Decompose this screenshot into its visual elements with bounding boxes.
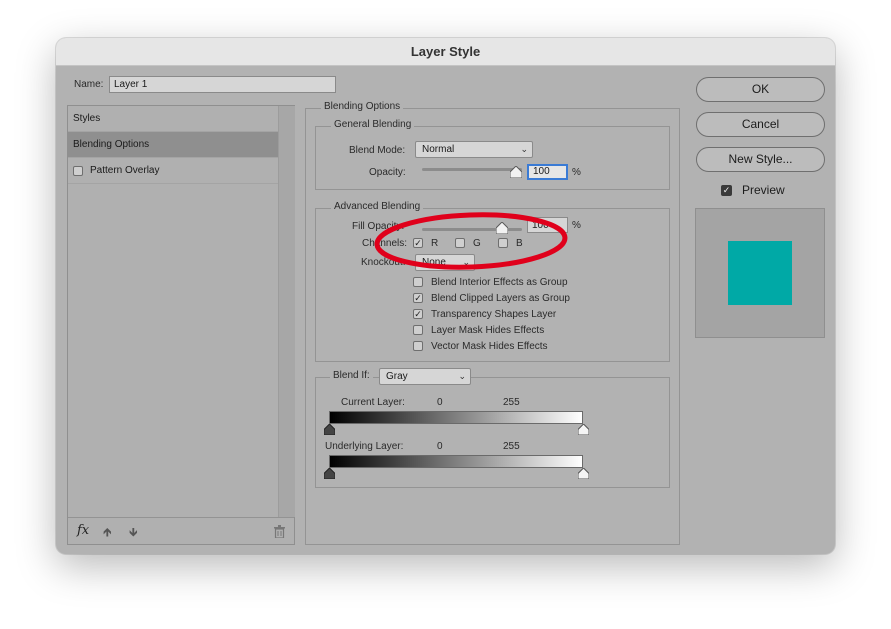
move-down-arrow-icon[interactable]: 🡻 — [129, 523, 138, 544]
underlying-layer-high: 255 — [503, 441, 520, 452]
window-title: Layer Style — [56, 38, 835, 66]
styles-panel-footer: fx 🡹 🡻 — [68, 517, 294, 544]
trash-icon[interactable] — [274, 525, 285, 538]
preview-checkbox[interactable]: ✓ — [721, 185, 732, 196]
underlying-layer-low: 0 — [437, 441, 443, 452]
current-layer-label: Current Layer: — [341, 397, 405, 408]
blend-clipped-layers-checkbox[interactable]: ✓ — [413, 293, 423, 303]
styles-item-label: Styles — [73, 113, 101, 124]
underlying-layer-black-slider[interactable] — [324, 468, 335, 479]
new-style-button[interactable]: New Style... — [696, 147, 825, 172]
move-up-arrow-icon[interactable]: 🡹 — [103, 523, 112, 544]
opacity-unit: % — [572, 167, 581, 178]
red-annotation-ellipse — [374, 212, 568, 270]
cancel-button[interactable]: Cancel — [696, 112, 825, 137]
transparency-shapes-label: Transparency Shapes Layer — [431, 309, 557, 320]
blend-mode-label: Blend Mode: — [349, 145, 406, 156]
general-blending-group — [315, 126, 670, 190]
styles-item-blending-options[interactable]: Blending Options — [68, 132, 278, 158]
layer-mask-hides-checkbox[interactable] — [413, 325, 423, 335]
preview-swatch — [728, 241, 792, 305]
opacity-slider-track[interactable] — [422, 168, 522, 171]
opacity-slider-thumb[interactable] — [510, 166, 522, 178]
blend-if-select[interactable]: Gray ⌄ — [379, 368, 471, 385]
vector-mask-hides-checkbox[interactable] — [413, 341, 423, 351]
opacity-input[interactable]: 100 — [527, 164, 568, 180]
blend-interior-effects-label: Blend Interior Effects as Group — [431, 277, 568, 288]
blend-if-label: Blend If: — [330, 370, 373, 381]
chevron-down-icon: ⌄ — [520, 144, 528, 154]
blend-if-group — [315, 377, 670, 488]
pattern-overlay-checkbox[interactable] — [73, 166, 83, 176]
current-layer-high: 255 — [503, 397, 520, 408]
current-layer-black-slider[interactable] — [324, 424, 335, 435]
general-blending-title: General Blending — [331, 119, 415, 130]
underlying-layer-gradient — [329, 455, 583, 468]
styles-item-label: Pattern Overlay — [90, 165, 160, 176]
blend-mode-value: Normal — [422, 144, 455, 155]
underlying-layer-white-slider[interactable] — [578, 468, 589, 479]
layer-mask-hides-label: Layer Mask Hides Effects — [431, 325, 545, 336]
transparency-shapes-checkbox[interactable]: ✓ — [413, 309, 423, 319]
preview-label: Preview — [742, 183, 785, 197]
ok-button[interactable]: OK — [696, 77, 825, 102]
styles-panel: Styles Blending Options Pattern Overlay … — [67, 105, 295, 545]
vector-mask-hides-label: Vector Mask Hides Effects — [431, 341, 548, 352]
fx-icon[interactable]: fx — [77, 523, 89, 538]
preview-thumbnail — [695, 208, 825, 338]
blend-if-value: Gray — [386, 371, 408, 382]
blending-options-title: Blending Options — [321, 101, 404, 112]
styles-item-label: Blending Options — [73, 139, 150, 150]
name-label: Name: — [74, 79, 104, 90]
styles-item-pattern-overlay[interactable]: Pattern Overlay — [68, 158, 278, 184]
blend-interior-effects-checkbox[interactable] — [413, 277, 423, 287]
layer-style-dialog: Layer Style Name: Layer 1 Styles Blendin… — [56, 38, 835, 554]
styles-scrollbar[interactable] — [278, 106, 295, 517]
current-layer-white-slider[interactable] — [578, 424, 589, 435]
name-input[interactable]: Layer 1 — [109, 76, 336, 93]
current-layer-low: 0 — [437, 397, 443, 408]
styles-item-styles[interactable]: Styles — [68, 106, 278, 132]
current-layer-gradient — [329, 411, 583, 424]
chevron-down-icon: ⌄ — [458, 371, 466, 381]
blend-mode-select[interactable]: Normal ⌄ — [415, 141, 533, 158]
underlying-layer-label: Underlying Layer: — [325, 441, 404, 452]
fill-opacity-unit: % — [572, 220, 581, 231]
opacity-label: Opacity: — [369, 167, 406, 178]
blend-clipped-layers-label: Blend Clipped Layers as Group — [431, 293, 570, 304]
